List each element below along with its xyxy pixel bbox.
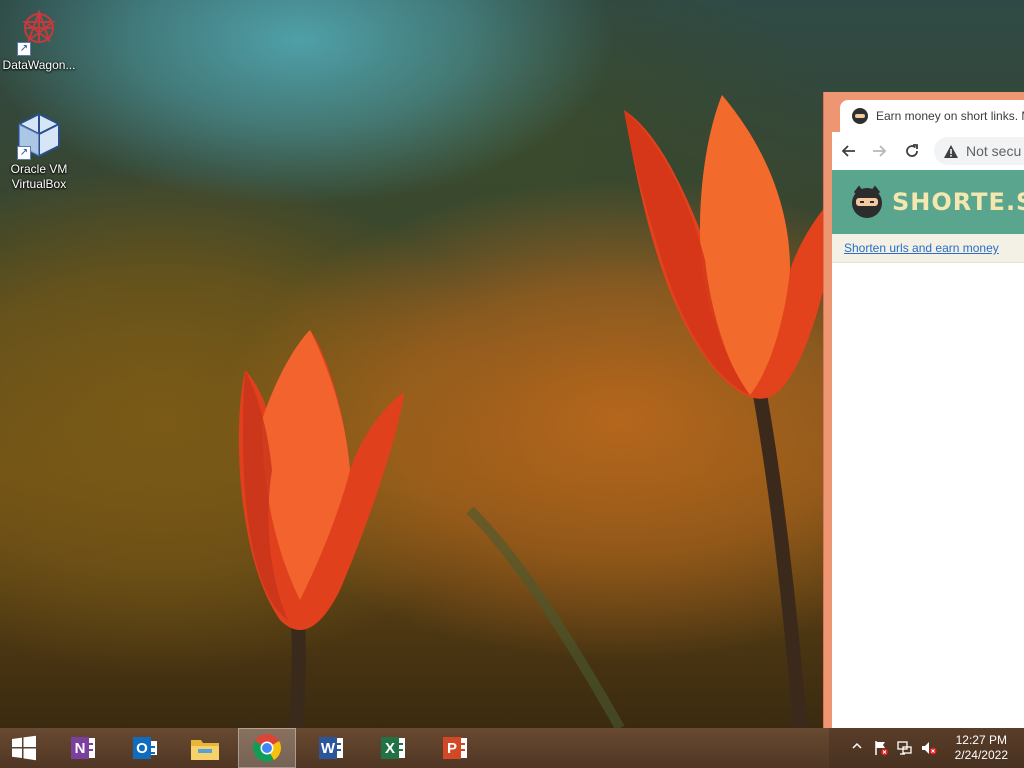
desktop-icon-label: Oracle VM VirtualBox bbox=[10, 162, 68, 191]
outlook-icon: O bbox=[129, 736, 157, 760]
onenote-icon: N bbox=[67, 736, 95, 760]
web-page: SHORTE.ST Shorten urls and earn money bbox=[832, 170, 1024, 728]
system-tray: 12:27 PM 2/24/2022 bbox=[829, 728, 1024, 768]
taskbar-outlook[interactable]: O bbox=[114, 728, 172, 768]
browser-toolbar: Not secu bbox=[832, 132, 1024, 170]
excel-icon: X bbox=[377, 736, 405, 760]
clock-date: 2/24/2022 bbox=[954, 748, 1008, 762]
action-center-flag-icon[interactable] bbox=[873, 740, 889, 756]
virtualbox-icon: ↗ bbox=[15, 112, 63, 160]
network-icon[interactable] bbox=[897, 740, 913, 756]
shortcut-arrow-icon: ↗ bbox=[17, 146, 31, 160]
tagline-bar: Shorten urls and earn money bbox=[832, 234, 1024, 263]
ninja-logo-icon bbox=[852, 185, 882, 218]
desktop-icon-label: DataWagon... bbox=[2, 58, 76, 72]
taskbar: N O W X P 12:27 PM 2/24/2022 bbox=[0, 728, 1024, 768]
chrome-window[interactable]: Earn money on short links. M Not secu SH… bbox=[823, 92, 1024, 728]
taskbar-file-explorer[interactable] bbox=[176, 728, 234, 768]
site-header: SHORTE.ST bbox=[832, 170, 1024, 234]
desktop-icon-datawagon[interactable]: ↗ DataWagon... bbox=[1, 8, 77, 73]
reload-icon bbox=[906, 144, 918, 157]
desktop: ↗ DataWagon... ↗ Oracle VM VirtualBox Ea… bbox=[0, 0, 1024, 728]
forward-button[interactable] bbox=[864, 135, 896, 167]
shorten-urls-link[interactable]: Shorten urls and earn money bbox=[844, 241, 999, 255]
tab-shortest[interactable]: Earn money on short links. M bbox=[840, 100, 1024, 132]
taskbar-chrome[interactable] bbox=[238, 728, 296, 768]
folder-icon bbox=[191, 740, 219, 760]
site-logo-text[interactable]: SHORTE.ST bbox=[892, 188, 1024, 216]
taskbar-word[interactable]: W bbox=[300, 728, 358, 768]
address-bar[interactable]: Not secu bbox=[934, 137, 1024, 165]
ninja-favicon-icon bbox=[852, 108, 868, 124]
clock[interactable]: 12:27 PM 2/24/2022 bbox=[955, 733, 1008, 763]
word-icon: W bbox=[315, 736, 343, 760]
arrow-left-icon bbox=[841, 145, 855, 157]
windows-logo-icon bbox=[12, 735, 36, 761]
volume-muted-icon[interactable] bbox=[921, 740, 937, 756]
taskbar-onenote[interactable]: N bbox=[52, 728, 110, 768]
reload-button[interactable] bbox=[896, 135, 928, 167]
back-button[interactable] bbox=[832, 135, 864, 167]
powerpoint-icon: P bbox=[439, 736, 467, 760]
datawagon-icon: ↗ bbox=[15, 8, 63, 56]
start-button[interactable] bbox=[0, 728, 48, 768]
clock-time: 12:27 PM bbox=[955, 733, 1007, 747]
shortcut-arrow-icon: ↗ bbox=[17, 42, 31, 56]
security-status-text: Not secu bbox=[966, 143, 1022, 159]
arrow-right-icon bbox=[873, 145, 887, 157]
desktop-icon-virtualbox[interactable]: ↗ Oracle VM VirtualBox bbox=[1, 112, 77, 192]
warning-triangle-icon bbox=[944, 144, 958, 158]
taskbar-excel[interactable]: X bbox=[362, 728, 420, 768]
taskbar-powerpoint[interactable]: P bbox=[424, 728, 482, 768]
tab-title: Earn money on short links. M bbox=[876, 109, 1024, 123]
show-hidden-icons-chevron-icon[interactable] bbox=[849, 740, 865, 756]
tab-strip: Earn money on short links. M bbox=[824, 92, 1024, 132]
chrome-icon bbox=[253, 734, 281, 762]
